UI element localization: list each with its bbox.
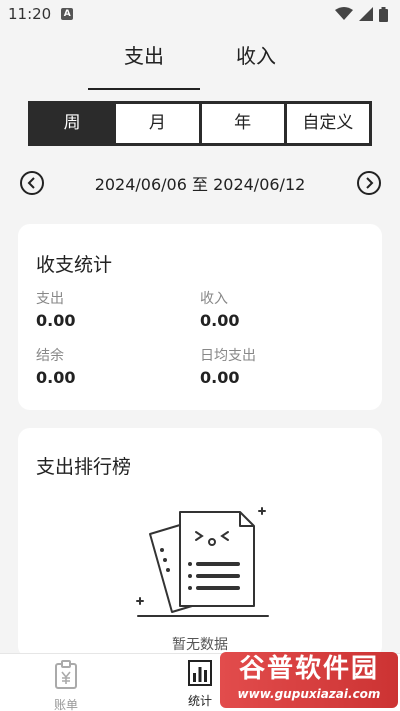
stat-balance-value: 0.00 — [36, 368, 76, 387]
wifi-icon — [335, 7, 353, 20]
watermark-title: 谷普软件园 — [238, 654, 379, 684]
stat-balance: 结余 0.00 — [36, 345, 196, 387]
stat-income: 收入 0.00 — [200, 288, 360, 330]
type-tabs: 支出 收入 — [0, 38, 400, 90]
stat-expense-label: 支出 — [36, 291, 64, 307]
empty-state-text: 暂无数据 — [172, 637, 228, 653]
date-range-row: 2024/06/06 至 2024/06/12 — [0, 168, 400, 198]
prev-period-button[interactable] — [20, 171, 44, 195]
date-range-label: 2024/06/06 至 2024/06/12 — [94, 175, 306, 194]
summary-title: 收支统计 — [36, 254, 113, 276]
tab-income[interactable]: 收入 — [200, 38, 312, 84]
watermark-url: www.gupuxiazai.com — [237, 687, 381, 701]
tab-expense[interactable]: 支出 — [88, 38, 200, 90]
summary-card: 收支统计 支出 0.00 收入 0.00 结余 0.00 日均支出 0.00 — [18, 224, 382, 410]
stat-income-label: 收入 — [200, 291, 228, 307]
battery-icon — [379, 6, 388, 22]
notification-a-icon: A — [61, 8, 74, 20]
next-period-button[interactable] — [357, 171, 381, 195]
stat-expense: 支出 0.00 — [36, 288, 196, 330]
stat-daily-value: 0.00 — [200, 368, 240, 387]
stat-daily-label: 日均支出 — [200, 348, 256, 364]
nav-ledger-label: 账单 — [53, 698, 78, 711]
nav-ledger[interactable]: 账单 — [36, 660, 96, 711]
watermark-banner: 谷普软件园 www.gupuxiazai.com — [220, 652, 398, 708]
stat-balance-label: 结余 — [36, 348, 64, 364]
period-month[interactable]: 月 — [113, 104, 198, 143]
status-time: 11:20 — [8, 5, 52, 23]
stat-daily: 日均支出 0.00 — [200, 345, 360, 387]
stat-expense-value: 0.00 — [36, 311, 76, 330]
ranking-card: 支出排行榜 暂无数据 — [18, 428, 382, 658]
stat-income-value: 0.00 — [200, 311, 240, 330]
ranking-title: 支出排行榜 — [36, 456, 132, 478]
status-bar: 11:20 A — [0, 0, 400, 28]
period-selector: 周 月 年 自定义 — [28, 101, 372, 146]
empty-documents-icon — [136, 507, 269, 617]
period-custom[interactable]: 自定义 — [283, 104, 369, 143]
bar-chart-icon — [188, 660, 212, 686]
chevron-left-icon — [27, 177, 35, 189]
signal-icon — [359, 7, 373, 21]
period-week[interactable]: 周 — [31, 104, 114, 143]
chevron-right-icon — [366, 177, 374, 189]
clipboard-yen-icon — [55, 660, 77, 689]
period-year[interactable]: 年 — [198, 104, 284, 143]
